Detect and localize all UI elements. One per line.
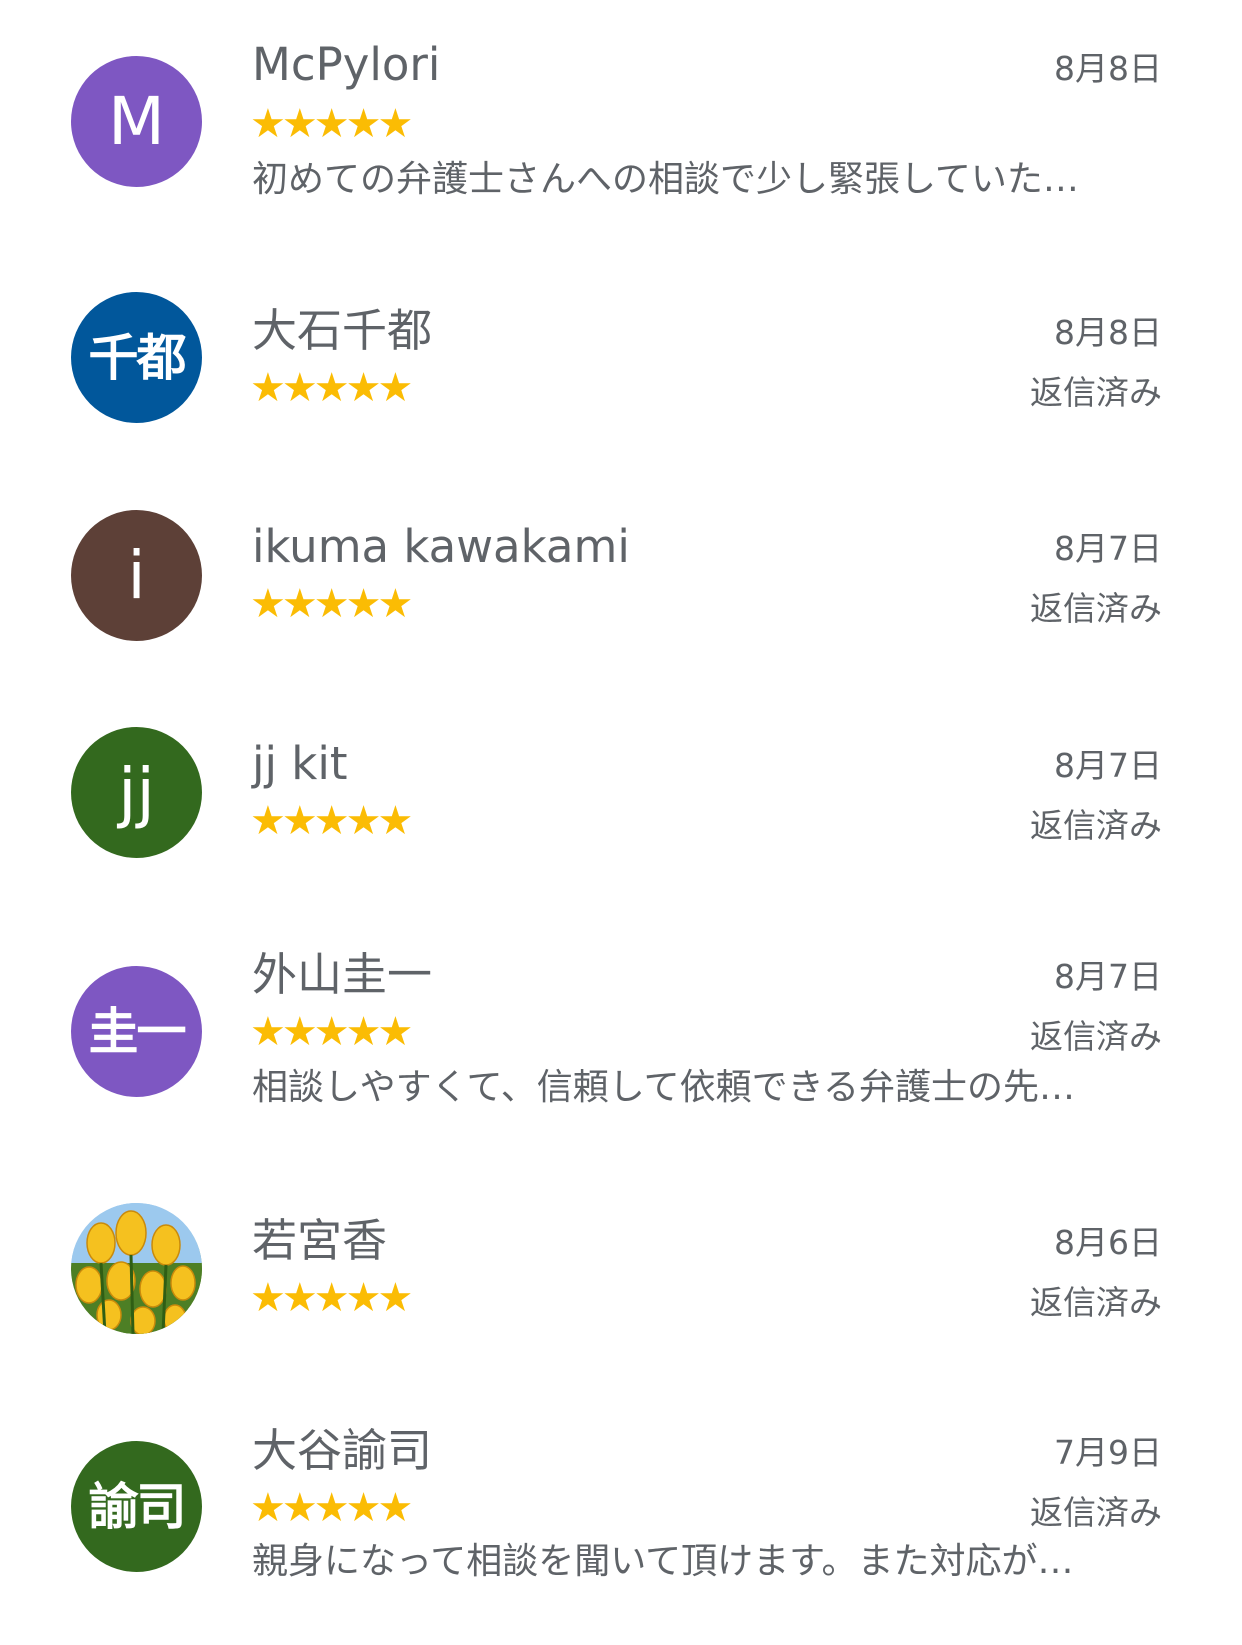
replied-status: 返信済み: [1030, 806, 1162, 845]
review-date: 8月6日: [1054, 1223, 1162, 1262]
reviewer-name: 大谷諭司: [252, 1424, 433, 1477]
replied-status: 返信済み: [1030, 373, 1162, 412]
star-rating: ★★★★★: [250, 1275, 413, 1321]
replied-status: 返信済み: [1030, 1283, 1162, 1322]
star-rating: ★★★★★: [250, 581, 413, 627]
avatar-initial: jj: [118, 753, 155, 831]
avatar-initial: 圭一: [88, 1002, 187, 1061]
star-rating: ★★★★★: [250, 365, 413, 411]
reviewer-name: jj kit: [252, 737, 348, 790]
reviewer-name: 大石千都: [252, 304, 433, 357]
avatar-initial: i: [127, 536, 146, 614]
avatar: 圭一: [71, 966, 202, 1097]
reviewer-name: 若宮香: [252, 1214, 388, 1267]
review-date: 8月8日: [1054, 49, 1162, 88]
star-rating: ★★★★★: [250, 798, 413, 844]
review-date: 8月7日: [1054, 746, 1162, 785]
avatar: 千都: [71, 292, 202, 423]
review-snippet[interactable]: 親身になって相談を聞いて頂けます。また対応が…: [252, 1540, 1162, 1583]
avatar: jj: [71, 727, 202, 858]
reviewer-name: McPylori: [252, 38, 441, 91]
review-snippet[interactable]: 初めての弁護士さんへの相談で少し緊張していた…: [252, 158, 1162, 201]
reviewer-name: ikuma kawakami: [252, 520, 630, 573]
star-rating: ★★★★★: [250, 1485, 413, 1531]
tulip-photo-avatar: [71, 1203, 202, 1334]
tulip-photo-image: [71, 1203, 202, 1334]
star-rating: ★★★★★: [250, 101, 413, 147]
avatar: 諭司: [71, 1441, 202, 1572]
avatar: M: [71, 56, 202, 187]
replied-status: 返信済み: [1030, 1493, 1162, 1532]
star-rating: ★★★★★: [250, 1009, 413, 1055]
review-snippet[interactable]: 相談しやすくて、信頼して依頼できる弁護士の先…: [252, 1066, 1162, 1109]
review-date: 7月9日: [1054, 1433, 1162, 1472]
avatar: i: [71, 510, 202, 641]
avatar-initial: 千都: [88, 328, 187, 387]
review-date: 8月7日: [1054, 957, 1162, 996]
review-date: 8月7日: [1054, 529, 1162, 568]
replied-status: 返信済み: [1030, 1017, 1162, 1056]
avatar-initial: 諭司: [88, 1477, 187, 1536]
review-date: 8月8日: [1054, 313, 1162, 352]
reviewer-name: 外山圭一: [252, 948, 433, 1001]
avatar-initial: M: [108, 82, 165, 160]
replied-status: 返信済み: [1030, 589, 1162, 628]
